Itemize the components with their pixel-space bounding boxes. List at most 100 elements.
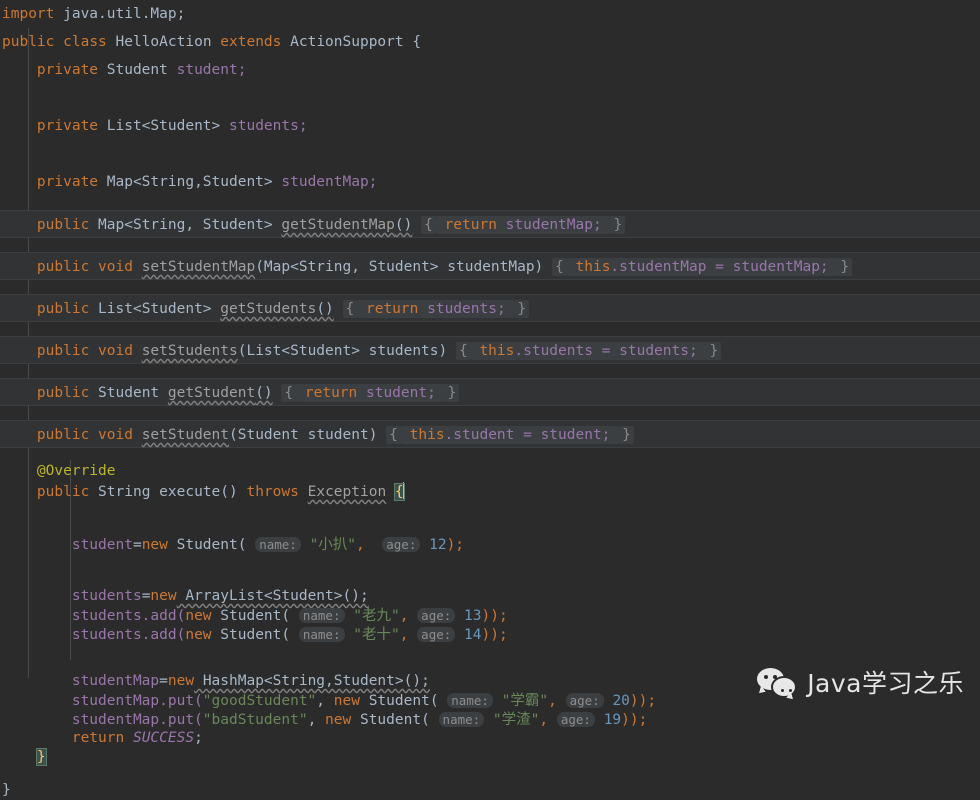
class-name: HelloAction <box>115 34 212 50</box>
comma: , <box>356 537 365 553</box>
code-line-method-close-brace[interactable]: } <box>0 748 980 767</box>
fold-close-brace[interactable]: } <box>619 426 634 444</box>
inlay-hint-name: name: <box>255 537 301 552</box>
keyword-new: new <box>185 608 212 624</box>
code-line-students-add[interactable]: students.add(new Student( name: "老九", ag… <box>0 606 980 625</box>
string-literal-key: "badStudent" <box>202 712 308 728</box>
code-line-field-students[interactable]: private List<Student> students; <box>0 112 980 140</box>
method-return-type: void <box>98 259 133 275</box>
keyword-throws: throws <box>246 484 299 500</box>
method-name: getStudents <box>220 301 317 317</box>
code-line-map-put[interactable]: studentMap.put("badStudent", new Student… <box>0 710 980 729</box>
code-editor[interactable]: import java.util.Map; public class Hello… <box>0 0 980 798</box>
code-line-method-getstudentmap[interactable]: public Map<String, Student> getStudentMa… <box>0 210 980 238</box>
separator: , <box>316 693 334 709</box>
code-line-method-setstudents[interactable]: public void setStudents(List<Student> st… <box>0 336 980 364</box>
code-line-class-close-brace[interactable]: } <box>0 781 980 800</box>
constructor-type: Student <box>359 693 430 709</box>
method-return-type: Map<String, Student> <box>98 217 273 233</box>
wechat-icon <box>757 668 798 700</box>
field-name: studentMap; <box>281 174 378 190</box>
method-name: getStudent <box>167 385 256 401</box>
keyword-this: this <box>479 343 515 359</box>
assign-expression: .studentMap = studentMap; <box>610 259 829 275</box>
code-line-field-studentmap[interactable]: private Map<String,Student> studentMap; <box>0 168 980 196</box>
code-line-students-new[interactable]: students=new ArrayList<Student>(); <box>0 587 980 606</box>
code-line-import[interactable]: import java.util.Map; <box>0 0 980 28</box>
constructor-type: Student <box>211 608 282 624</box>
method-params: (List<Student> students) <box>237 343 448 359</box>
code-line-method-getstudent[interactable]: public Student getStudent() { return stu… <box>0 378 980 406</box>
keyword-new: new <box>150 588 177 604</box>
string-literal-key: "goodStudent" <box>202 693 317 709</box>
keyword-new: new <box>167 673 195 689</box>
fold-open-brace[interactable]: { <box>281 384 297 402</box>
fold-close-brace[interactable]: } <box>706 342 722 360</box>
assign-target: studentMap <box>71 673 160 689</box>
method-call-prefix: studentMap.put( <box>71 712 203 728</box>
constructor-type: ArrayList<Student>(); <box>176 588 369 604</box>
code-line-method-setstudent[interactable]: public void setStudent(Student student) … <box>0 420 980 448</box>
separator: , <box>307 712 326 728</box>
keyword-return: return <box>71 730 125 746</box>
method-params: () <box>316 301 334 317</box>
keyword-new: new <box>333 693 360 709</box>
fold-close-brace[interactable]: } <box>837 258 853 276</box>
number-literal-age: 19 <box>603 712 622 728</box>
field-name: student; <box>176 62 247 78</box>
statement-tail: ); <box>446 537 465 553</box>
return-expression: studentMap; <box>496 217 602 233</box>
code-line-students-add[interactable]: students.add(new Student( name: "老十", ag… <box>0 625 980 644</box>
method-params: () <box>220 484 238 500</box>
code-line-method-setstudentmap[interactable]: public void setStudentMap(Map<String, St… <box>0 252 980 280</box>
code-line-annotation[interactable]: @Override <box>0 462 980 481</box>
fold-open-brace[interactable]: { <box>552 258 567 276</box>
keyword-private: private <box>36 62 99 78</box>
method-return-type: Student <box>98 385 160 401</box>
keyword-public: public <box>36 217 90 233</box>
method-name: setStudentMap <box>141 259 256 275</box>
code-line-method-getstudents[interactable]: public List<Student> getStudents() { ret… <box>0 294 980 322</box>
open-paren: ( <box>429 693 439 709</box>
inlay-hint-age: age: <box>556 712 595 727</box>
method-return-type: String <box>98 484 151 500</box>
open-paren: ( <box>281 608 291 624</box>
code-line-method-execute[interactable]: public String execute() throws Exception… <box>0 481 980 503</box>
method-params: () <box>394 217 413 233</box>
fold-open-brace[interactable]: { <box>421 216 436 234</box>
constructor-type: Student <box>167 537 238 553</box>
open-paren: ( <box>421 712 430 728</box>
fold-open-brace[interactable]: { <box>386 426 401 444</box>
inlay-hint-name: name: <box>298 627 345 642</box>
fold-open-brace[interactable]: { <box>342 300 358 318</box>
fold-open-brace[interactable]: { <box>455 342 471 360</box>
fold-close-brace[interactable]: } <box>610 216 626 234</box>
code-line-field-student[interactable]: private Student student; <box>0 56 980 84</box>
fold-close-brace[interactable]: } <box>444 384 460 402</box>
string-literal-name: "老九" <box>353 608 400 624</box>
method-call-prefix: studentMap.put( <box>71 693 203 709</box>
code-line-return[interactable]: return SUCCESS; <box>0 729 980 748</box>
code-line-student-assign[interactable]: student=new Student( name: "小扒", age: 12… <box>0 531 980 559</box>
watermark: Java学习之乐 <box>757 668 964 700</box>
inlay-hint-age: age: <box>382 537 421 552</box>
inlay-hint-age: age: <box>417 608 456 623</box>
keyword-return: return <box>304 385 358 401</box>
constant-success: SUCCESS <box>132 730 195 746</box>
inlay-hint-name: name: <box>298 608 345 623</box>
code-line-class-decl[interactable]: public class HelloAction extends ActionS… <box>0 28 980 56</box>
number-literal-age: 20 <box>612 693 630 709</box>
field-type: Student <box>106 62 168 78</box>
keyword-this: this <box>575 259 611 275</box>
field-name: students; <box>229 118 308 134</box>
fold-close-brace[interactable]: } <box>514 300 530 318</box>
string-literal-name: "学霸" <box>501 693 549 709</box>
assign-target: students <box>71 588 142 604</box>
